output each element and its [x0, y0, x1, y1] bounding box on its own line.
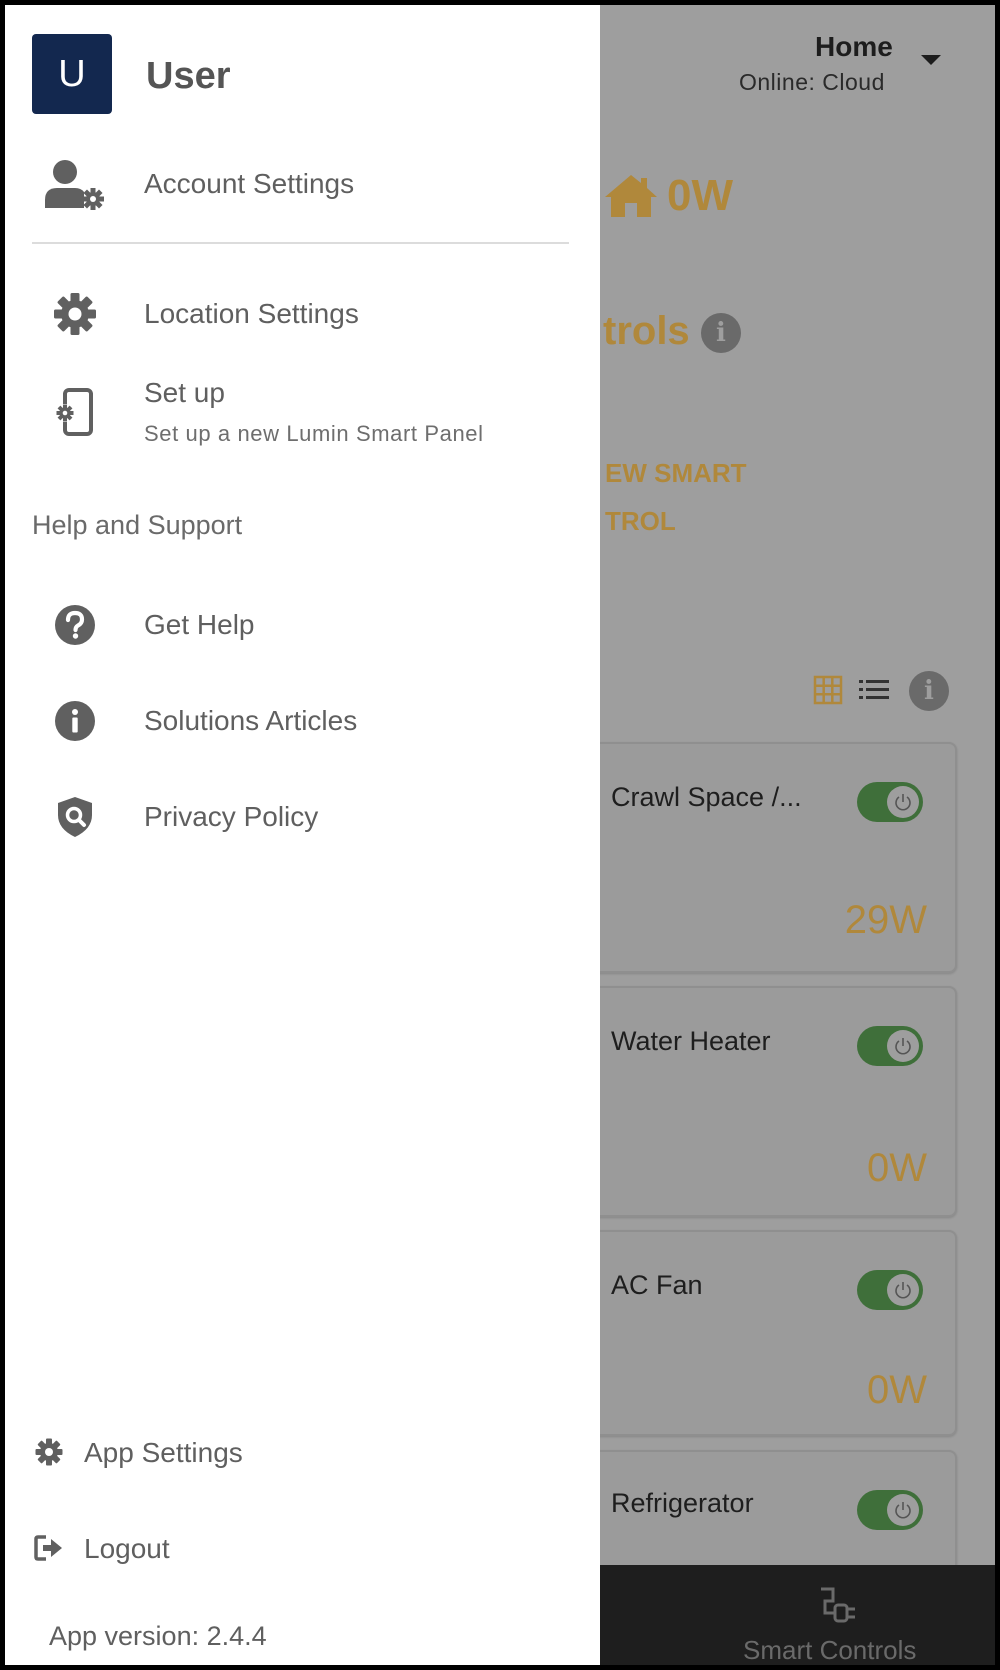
device-card[interactable]: Refrigerator — [565, 1450, 957, 1580]
toggle-knob — [887, 786, 919, 818]
power-icon — [895, 1282, 911, 1299]
user-name: User — [146, 55, 231, 97]
phone-gear-icon — [35, 383, 115, 443]
shield-search-icon — [35, 787, 115, 847]
device-power: 29W — [844, 898, 927, 942]
gear-icon — [32, 1435, 66, 1469]
get-help-label: Get Help — [144, 609, 255, 640]
account-settings-label: Account Settings — [144, 168, 355, 199]
privacy-policy-label: Privacy Policy — [144, 801, 319, 832]
navigation-drawer: U User Account Settings Location Setting… — [5, 5, 600, 1665]
location-name[interactable]: Home — [815, 31, 893, 63]
info-circle-icon — [35, 691, 115, 751]
device-name: Crawl Space /... — [611, 782, 802, 812]
device-name: Water Heater — [611, 1026, 771, 1056]
info-icon[interactable]: i — [909, 671, 949, 711]
location-settings-label: Location Settings — [144, 298, 359, 329]
device-power-toggle[interactable] — [857, 1026, 923, 1066]
device-power-toggle[interactable] — [857, 1490, 923, 1530]
home-icon — [605, 175, 657, 217]
plug-icon[interactable] — [815, 1583, 859, 1623]
question-circle-icon — [35, 595, 115, 655]
device-power-toggle[interactable] — [857, 1270, 923, 1310]
avatar: U — [32, 34, 112, 114]
location-settings-item[interactable]: Location Settings — [5, 280, 600, 348]
power-icon — [895, 794, 911, 811]
setup-item[interactable]: Set up Set up a new Lumin Smart Panel — [5, 367, 600, 463]
toggle-knob — [887, 1274, 919, 1306]
add-control-line: EW SMART — [605, 458, 747, 488]
add-control-line: TROL — [605, 506, 676, 536]
setup-subtitle: Set up a new Lumin Smart Panel — [144, 421, 484, 446]
divider — [32, 242, 569, 244]
account-settings-item[interactable]: Account Settings — [5, 150, 600, 218]
logout-item[interactable]: Logout — [5, 1523, 600, 1573]
solutions-articles-label: Solutions Articles — [144, 705, 358, 736]
device-card[interactable]: Water Heater 0W — [565, 986, 957, 1217]
grid-view-icon[interactable] — [813, 675, 843, 705]
privacy-policy-item[interactable]: Privacy Policy — [5, 785, 600, 849]
app-settings-item[interactable]: App Settings — [5, 1427, 600, 1477]
device-name: AC Fan — [611, 1270, 703, 1300]
help-section-header: Help and Support — [32, 510, 243, 540]
solutions-articles-item[interactable]: Solutions Articles — [5, 689, 600, 753]
add-smart-control-button[interactable]: EW SMART TROL — [605, 449, 805, 545]
setup-label: Set up — [144, 377, 225, 408]
app-version: App version: 2.4.4 — [49, 1621, 267, 1651]
logout-label: Logout — [84, 1533, 170, 1564]
device-card[interactable]: AC Fan 0W — [565, 1230, 957, 1436]
device-power: 0W — [867, 1146, 927, 1190]
toggle-knob — [887, 1494, 919, 1526]
gear-icon — [35, 284, 115, 344]
info-icon[interactable]: i — [701, 313, 741, 353]
device-card[interactable]: Crawl Space /... 29W — [565, 742, 957, 973]
location-dropdown-icon[interactable] — [921, 55, 941, 65]
user-gear-icon — [35, 154, 115, 214]
toggle-knob — [887, 1030, 919, 1062]
power-icon — [895, 1502, 911, 1519]
get-help-item[interactable]: Get Help — [5, 593, 600, 657]
list-view-icon[interactable] — [859, 677, 889, 703]
device-name: Refrigerator — [611, 1488, 754, 1518]
device-power: 0W — [867, 1368, 927, 1412]
app-settings-label: App Settings — [84, 1437, 243, 1468]
smart-controls-tab[interactable]: Smart Controls — [743, 1635, 916, 1665]
home-power-value: 0W — [667, 171, 733, 220]
power-icon — [895, 1038, 911, 1055]
smart-controls-title: trols — [603, 309, 690, 353]
app-frame: Home Online: Cloud 0W trols i EW SMART T… — [0, 0, 1000, 1670]
logout-icon — [32, 1531, 66, 1565]
location-status: Online: Cloud — [739, 69, 885, 95]
device-power-toggle[interactable] — [857, 782, 923, 822]
